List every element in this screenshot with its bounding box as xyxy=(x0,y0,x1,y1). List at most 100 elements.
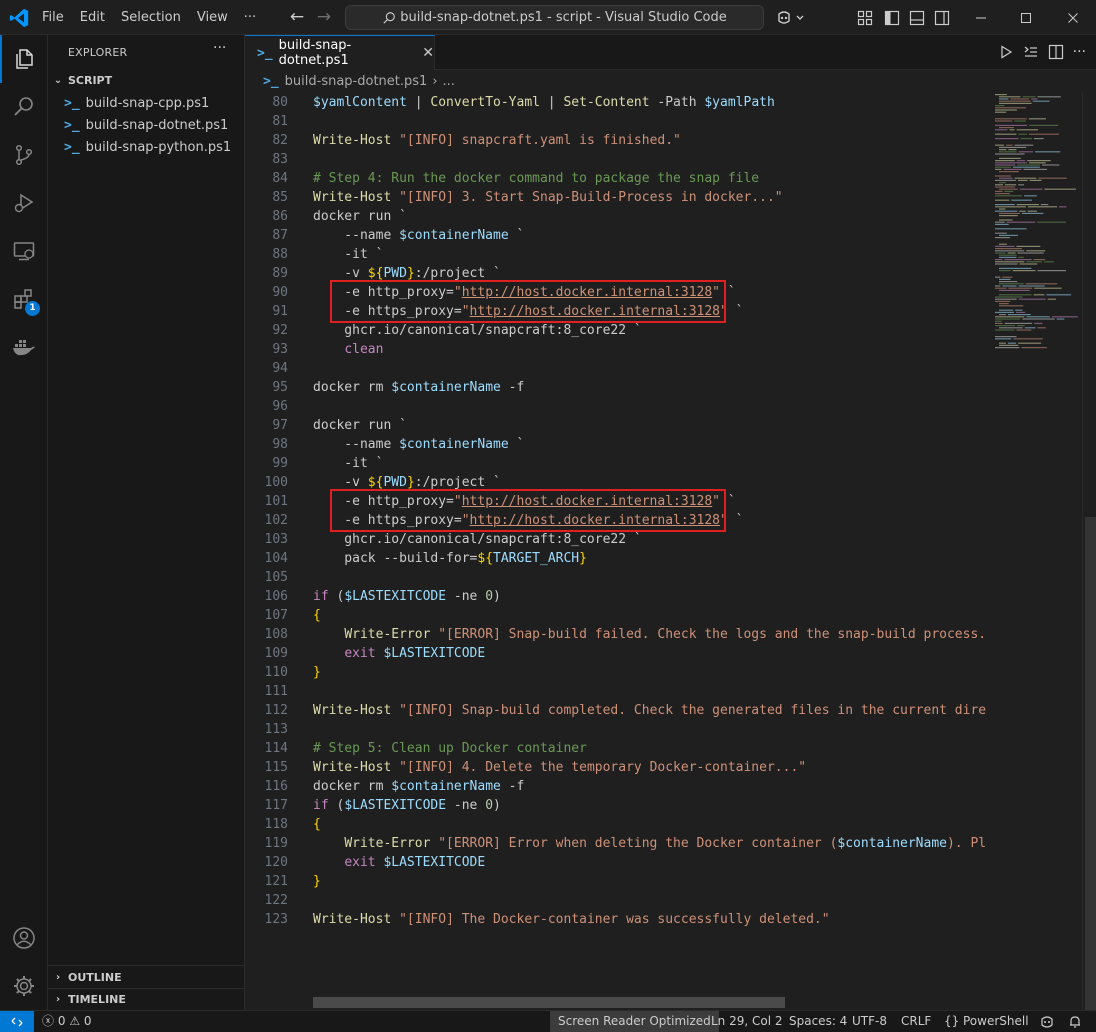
code-line[interactable]: 80 $yamlContent | ConvertTo-Yaml | Set-Co… xyxy=(245,93,987,112)
timeline-section-header[interactable]: › TIMELINE xyxy=(48,988,244,1010)
run-selection-icon[interactable] xyxy=(1023,44,1039,60)
code-line[interactable]: 114 # Step 5: Clean up Docker container xyxy=(245,739,987,758)
back-arrow-icon[interactable]: ← xyxy=(288,8,306,26)
code-line[interactable]: 84 # Step 4: Run the docker command to pa… xyxy=(245,169,987,188)
layout-customize-icon[interactable] xyxy=(857,9,873,27)
run-debug-activity[interactable] xyxy=(0,179,48,227)
run-icon[interactable] xyxy=(998,44,1014,60)
code-line[interactable]: 119 Write-Error "[ERROR] Error when dele… xyxy=(245,834,987,853)
language-mode[interactable]: PowerShell xyxy=(963,1011,1029,1032)
horizontal-scrollbar[interactable] xyxy=(313,997,785,1008)
code-line[interactable]: 120 exit $LASTEXITCODE xyxy=(245,853,987,872)
remote-indicator[interactable] xyxy=(0,1011,34,1032)
code-line[interactable]: 96 xyxy=(245,397,987,416)
minimap[interactable] xyxy=(987,92,1082,1010)
line-content: # Step 5: Clean up Docker container xyxy=(313,739,587,758)
code-line[interactable]: 118 { xyxy=(245,815,987,834)
code-token: ` xyxy=(727,304,744,319)
explorer-activity[interactable] xyxy=(0,35,48,83)
explorer-more-actions[interactable]: ··· xyxy=(213,40,226,56)
source-control-activity[interactable] xyxy=(0,131,48,179)
code-line[interactable]: 88 -it ` xyxy=(245,245,987,264)
tab-build-snap-dotnet[interactable]: >_ build-snap-dotnet.ps1 ✕ xyxy=(245,35,435,70)
code-line[interactable]: 86 docker run ` xyxy=(245,207,987,226)
scrollbar-thumb[interactable] xyxy=(1085,517,1096,1010)
menu-edit[interactable]: Edit xyxy=(72,0,113,35)
remote-explorer-activity[interactable] xyxy=(0,227,48,275)
toggle-primary-sidebar-icon[interactable] xyxy=(884,9,900,27)
code-line[interactable]: 99 -it ` xyxy=(245,454,987,473)
toggle-panel-icon[interactable] xyxy=(909,9,925,27)
code-line[interactable]: 121} xyxy=(245,872,987,891)
vertical-scrollbar[interactable] xyxy=(1082,92,1096,1010)
code-line[interactable]: 94 xyxy=(245,359,987,378)
code-line[interactable]: 112 Write-Host "[INFO] Snap-build complet… xyxy=(245,701,987,720)
code-line[interactable]: 108 Write-Error "[ERROR] Snap-build fail… xyxy=(245,625,987,644)
code-line[interactable]: 122 xyxy=(245,891,987,910)
line-endings[interactable]: CRLF xyxy=(901,1011,931,1032)
file-item-cpp[interactable]: >_ build-snap-cpp.ps1 xyxy=(48,92,244,114)
minimap-line xyxy=(995,338,1012,340)
code-line[interactable]: 81 xyxy=(245,112,987,131)
more-actions-icon[interactable]: ··· xyxy=(1073,44,1086,62)
breadcrumb-file[interactable]: build-snap-dotnet.ps1 xyxy=(285,74,428,89)
code-line[interactable]: 106 if ($LASTEXITCODE -ne 0) xyxy=(245,587,987,606)
menu-file[interactable]: File xyxy=(34,0,72,35)
code-line[interactable]: 92 ghcr.io/canonical/snapcraft:8_core22 … xyxy=(245,321,987,340)
code-line[interactable]: 110} xyxy=(245,663,987,682)
copilot-status-icon[interactable] xyxy=(1040,1011,1054,1032)
close-tab-icon[interactable]: ✕ xyxy=(422,45,434,61)
code-line[interactable]: 113 xyxy=(245,720,987,739)
extensions-activity[interactable]: 1 xyxy=(0,275,48,323)
code-line[interactable]: 93 clean xyxy=(245,340,987,359)
code-line[interactable]: 109 exit $LASTEXITCODE xyxy=(245,644,987,663)
command-center-search[interactable]: build-snap-dotnet.ps1 - script - Visual … xyxy=(345,5,764,30)
braces-icon[interactable]: {} xyxy=(944,1011,959,1032)
file-item-dotnet[interactable]: >_ build-snap-dotnet.ps1 xyxy=(48,114,244,136)
menu-selection[interactable]: Selection xyxy=(113,0,189,35)
notifications-bell-icon[interactable] xyxy=(1068,1011,1082,1032)
code-line[interactable]: 123 Write-Host "[INFO] The Docker-contain… xyxy=(245,910,987,929)
cursor-position[interactable]: Ln 29, Col 2 xyxy=(711,1011,783,1032)
screen-reader-mode[interactable]: Screen Reader Optimized xyxy=(550,1011,719,1032)
copilot-icon[interactable] xyxy=(775,9,807,27)
code-editor[interactable]: 80 $yamlContent | ConvertTo-Yaml | Set-Co… xyxy=(245,92,987,1010)
code-line[interactable]: 116 docker rm $containerName -f xyxy=(245,777,987,796)
indentation[interactable]: Spaces: 4 xyxy=(789,1011,847,1032)
problems-indicator[interactable]: ⓧ 0 ⚠ 0 xyxy=(42,1011,92,1032)
outline-section-header[interactable]: › OUTLINE xyxy=(48,966,244,988)
menu-more[interactable]: ··· xyxy=(236,0,264,35)
code-line[interactable]: 111 xyxy=(245,682,987,701)
folder-section-header[interactable]: ⌄ SCRIPT xyxy=(48,69,244,91)
code-line[interactable]: 82 Write-Host "[INFO] snapcraft.yaml is f… xyxy=(245,131,987,150)
forward-arrow-icon[interactable]: → xyxy=(315,8,333,26)
toggle-secondary-sidebar-icon[interactable] xyxy=(934,9,950,27)
menu-view[interactable]: View xyxy=(189,0,236,35)
file-item-python[interactable]: >_ build-snap-python.ps1 xyxy=(48,136,244,158)
code-line[interactable]: 107 { xyxy=(245,606,987,625)
code-line[interactable]: 103 ghcr.io/canonical/snapcraft:8_core22… xyxy=(245,530,987,549)
minimize-button[interactable] xyxy=(958,0,1004,35)
code-line[interactable]: 83 xyxy=(245,150,987,169)
close-window-button[interactable] xyxy=(1050,0,1096,35)
vscode-logo-icon[interactable] xyxy=(8,7,30,29)
breadcrumb-more[interactable]: ... xyxy=(443,74,455,89)
code-token: -ne xyxy=(446,589,486,604)
code-line[interactable]: 104 pack --build-for=${TARGET_ARCH} xyxy=(245,549,987,568)
split-editor-icon[interactable] xyxy=(1048,44,1064,60)
docker-activity[interactable] xyxy=(0,323,48,371)
maximize-button[interactable] xyxy=(1003,0,1049,35)
code-line[interactable]: 98 --name $containerName ` xyxy=(245,435,987,454)
code-line[interactable]: 105 xyxy=(245,568,987,587)
accounts-activity[interactable] xyxy=(0,914,48,962)
code-line[interactable]: 117 if ($LASTEXITCODE -ne 0) xyxy=(245,796,987,815)
search-activity[interactable] xyxy=(0,83,48,131)
line-content: docker rm $containerName -f xyxy=(313,777,524,796)
code-line[interactable]: 97 docker run ` xyxy=(245,416,987,435)
code-line[interactable]: 95 docker rm $containerName -f xyxy=(245,378,987,397)
manage-activity[interactable] xyxy=(0,962,48,1010)
code-line[interactable]: 87 --name $containerName ` xyxy=(245,226,987,245)
encoding[interactable]: UTF-8 xyxy=(852,1011,887,1032)
code-line[interactable]: 115 Write-Host "[INFO] 4. Delete the temp… xyxy=(245,758,987,777)
code-line[interactable]: 85 Write-Host "[INFO] 3. Start Snap-Build… xyxy=(245,188,987,207)
